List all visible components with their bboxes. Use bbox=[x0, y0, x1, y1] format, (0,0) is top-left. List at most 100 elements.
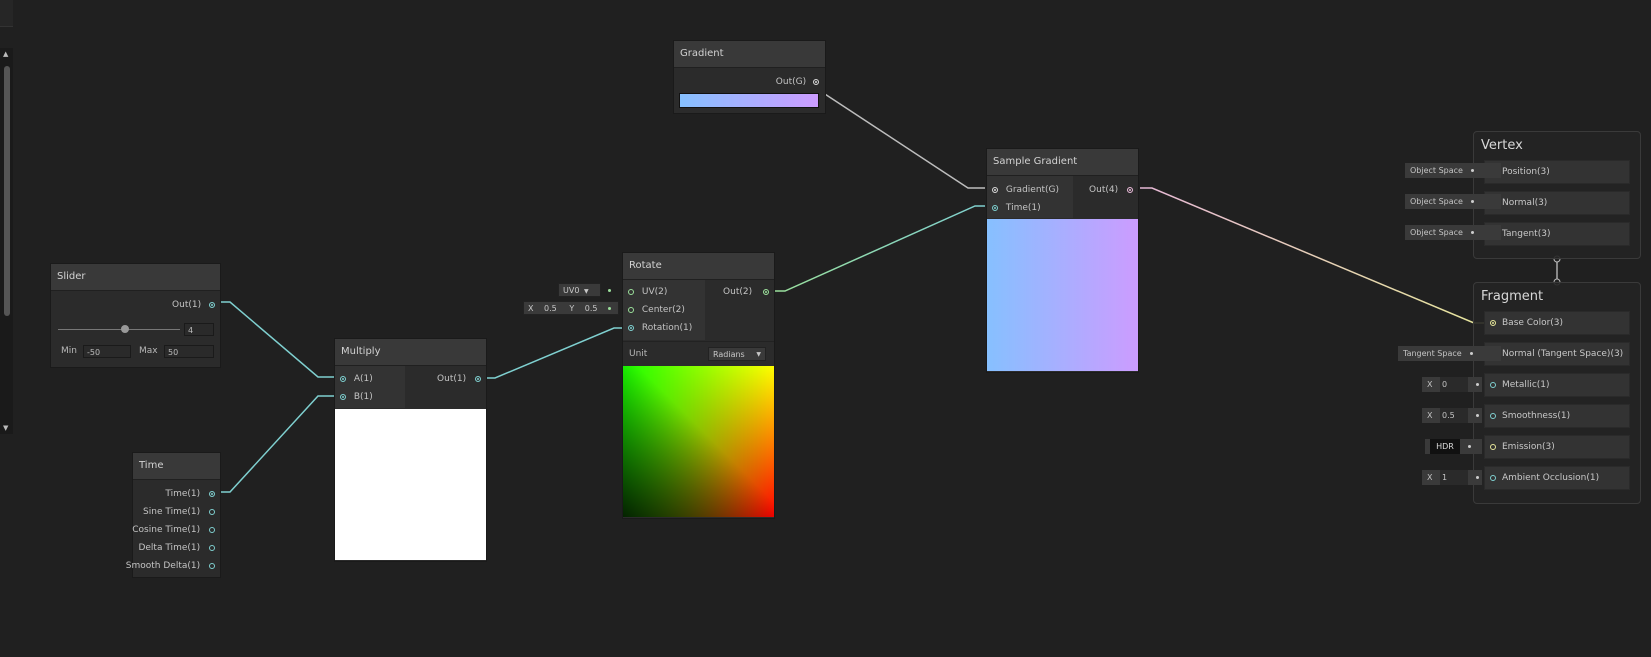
time-node[interactable]: Time Time(1) Sine Time(1) Cosine Time(1)… bbox=[126, 452, 221, 578]
tangent-space-default[interactable]: Object Space bbox=[1405, 225, 1501, 240]
min-value-input[interactable]: -50 bbox=[83, 345, 131, 358]
vertex-slot-tangent[interactable]: Tangent(3) bbox=[1484, 222, 1630, 246]
port-dot-icon[interactable] bbox=[992, 186, 998, 193]
time-out-cosine[interactable]: Cosine Time(1) bbox=[132, 522, 215, 538]
multiply-in-b[interactable]: B(1) bbox=[340, 389, 373, 405]
scroll-down-icon[interactable]: ▼ bbox=[3, 424, 8, 432]
port-label: Out(2) bbox=[723, 287, 753, 297]
slider-value-input[interactable]: 4 bbox=[184, 323, 214, 336]
position-space-default[interactable]: Object Space bbox=[1405, 163, 1501, 178]
port-dot-icon[interactable] bbox=[340, 393, 346, 400]
slider-track[interactable] bbox=[58, 329, 180, 330]
center-x-label: X bbox=[528, 304, 534, 313]
emission-default[interactable]: HDR bbox=[1425, 439, 1482, 454]
metallic-default[interactable]: X 0 bbox=[1422, 377, 1482, 392]
rotate-in-center[interactable]: Center(2) bbox=[628, 302, 685, 318]
uv-channel-dropdown[interactable]: UV0 ▼ bbox=[558, 283, 601, 297]
port-dot-icon[interactable] bbox=[628, 288, 634, 295]
unit-dropdown[interactable]: Radians ▼ bbox=[708, 347, 766, 361]
port-dot-icon[interactable] bbox=[209, 301, 215, 308]
vertex-slot-position[interactable]: Position(3) bbox=[1484, 160, 1630, 184]
slider-out-port[interactable]: Out(1) bbox=[172, 297, 215, 313]
center-x-value[interactable]: 0.5 bbox=[544, 304, 557, 313]
port-dot-icon[interactable] bbox=[340, 375, 346, 382]
port-dot-icon[interactable] bbox=[628, 306, 634, 313]
fragment-slot-ambient-occlusion[interactable]: Ambient Occlusion(1) bbox=[1484, 466, 1630, 490]
rotate-preview bbox=[623, 366, 774, 517]
default-value[interactable]: 0 bbox=[1440, 377, 1469, 392]
time-out-sine[interactable]: Sine Time(1) bbox=[143, 504, 215, 520]
gradient-out-port[interactable]: Out(G) bbox=[776, 74, 819, 90]
default-value[interactable]: HDR bbox=[1430, 439, 1460, 454]
default-value: Object Space bbox=[1410, 166, 1463, 175]
wire-time-to-multiply bbox=[218, 395, 336, 493]
preview-shade-overlay bbox=[623, 366, 774, 517]
multiply-in-a[interactable]: A(1) bbox=[340, 371, 373, 387]
time-out-time[interactable]: Time(1) bbox=[165, 486, 215, 502]
max-label: Max bbox=[139, 346, 158, 356]
multiply-node[interactable]: Multiply A(1) B(1) Out(1) bbox=[334, 338, 487, 562]
rotate-in-uv[interactable]: UV(2) bbox=[628, 284, 667, 300]
center-connector-dot bbox=[608, 307, 611, 310]
rotate-out[interactable]: Out(2) bbox=[723, 284, 769, 300]
default-label: X bbox=[1427, 380, 1433, 389]
time-out-smooth-delta[interactable]: Smooth Delta(1) bbox=[126, 558, 215, 574]
port-label: Rotation(1) bbox=[641, 323, 693, 333]
rotate-in-rotation[interactable]: Rotation(1) bbox=[628, 320, 692, 336]
fragment-slot-smoothness[interactable]: Smoothness(1) bbox=[1484, 404, 1630, 428]
fragment-master-stack[interactable]: Fragment Base Color(3) Normal (Tangent S… bbox=[1473, 282, 1641, 504]
port-dot-icon[interactable] bbox=[763, 288, 769, 295]
port-dot-icon[interactable] bbox=[628, 324, 634, 331]
scroll-up-icon[interactable]: ▲ bbox=[3, 50, 8, 58]
port-dot-icon[interactable] bbox=[1490, 382, 1496, 388]
slot-label: Ambient Occlusion(1) bbox=[1502, 473, 1600, 483]
smoothness-default[interactable]: X 0.5 bbox=[1422, 408, 1482, 423]
gradient-node[interactable]: Gradient Out(G) bbox=[673, 40, 826, 114]
default-value[interactable]: 1 bbox=[1440, 470, 1469, 485]
default-value: Object Space bbox=[1410, 197, 1463, 206]
normal-space-default[interactable]: Object Space bbox=[1405, 194, 1501, 209]
port-dot-icon[interactable] bbox=[209, 562, 215, 569]
port-dot-icon[interactable] bbox=[209, 508, 215, 515]
port-dot-icon[interactable] bbox=[1127, 186, 1133, 193]
port-dot-icon[interactable] bbox=[1490, 320, 1496, 326]
default-value[interactable]: 0.5 bbox=[1440, 408, 1469, 423]
port-dot-icon[interactable] bbox=[813, 78, 819, 85]
sample-gradient-in-gradient[interactable]: Gradient(G) bbox=[992, 182, 1059, 198]
port-dot-icon[interactable] bbox=[1490, 475, 1496, 481]
slider-node[interactable]: Slider Out(1) 4 Min -50 Max 50 bbox=[50, 263, 221, 368]
fragment-slot-metallic[interactable]: Metallic(1) bbox=[1484, 373, 1630, 397]
slot-label: Smoothness(1) bbox=[1502, 411, 1571, 421]
multiply-preview bbox=[335, 409, 486, 560]
fragment-slot-base-color[interactable]: Base Color(3) bbox=[1484, 311, 1630, 335]
ambient-occlusion-default[interactable]: X 1 bbox=[1422, 470, 1482, 485]
center-default-field[interactable]: X 0.5 Y 0.5 bbox=[523, 301, 619, 315]
sample-gradient-node[interactable]: Sample Gradient Gradient(G) Time(1) Out(… bbox=[986, 148, 1139, 373]
time-out-delta[interactable]: Delta Time(1) bbox=[138, 540, 215, 556]
toolbar-corner bbox=[0, 0, 13, 27]
port-dot-icon[interactable] bbox=[475, 375, 481, 382]
port-label: Delta Time(1) bbox=[138, 543, 201, 553]
port-dot-icon[interactable] bbox=[1490, 413, 1496, 419]
center-y-value[interactable]: 0.5 bbox=[585, 304, 598, 313]
node-title: Rotate bbox=[623, 253, 774, 280]
slot-label: Normal (Tangent Space)(3) bbox=[1502, 349, 1624, 359]
normal-tangent-space-default[interactable]: Tangent Space bbox=[1398, 346, 1501, 361]
fragment-slot-normal[interactable]: Normal (Tangent Space)(3) bbox=[1484, 342, 1630, 366]
port-dot-icon[interactable] bbox=[209, 526, 215, 533]
fragment-slot-emission[interactable]: Emission(3) bbox=[1484, 435, 1630, 459]
gradient-field[interactable] bbox=[679, 93, 819, 108]
vertical-scrollbar[interactable]: ▲ ▼ bbox=[0, 48, 13, 434]
sample-gradient-out[interactable]: Out(4) bbox=[1089, 182, 1133, 198]
vertex-slot-normal[interactable]: Normal(3) bbox=[1484, 191, 1630, 215]
max-value-input[interactable]: 50 bbox=[164, 345, 214, 358]
scroll-thumb[interactable] bbox=[4, 66, 10, 316]
rotate-node[interactable]: Rotate UV(2) Center(2) Rotation(1) Out(2… bbox=[622, 252, 775, 519]
port-dot-icon[interactable] bbox=[1490, 444, 1496, 450]
port-dot-icon[interactable] bbox=[209, 544, 215, 551]
slider-thumb[interactable] bbox=[121, 325, 129, 333]
sample-gradient-in-time[interactable]: Time(1) bbox=[992, 200, 1041, 216]
port-dot-icon[interactable] bbox=[992, 204, 998, 211]
port-dot-icon[interactable] bbox=[209, 490, 215, 497]
multiply-out[interactable]: Out(1) bbox=[437, 371, 481, 387]
